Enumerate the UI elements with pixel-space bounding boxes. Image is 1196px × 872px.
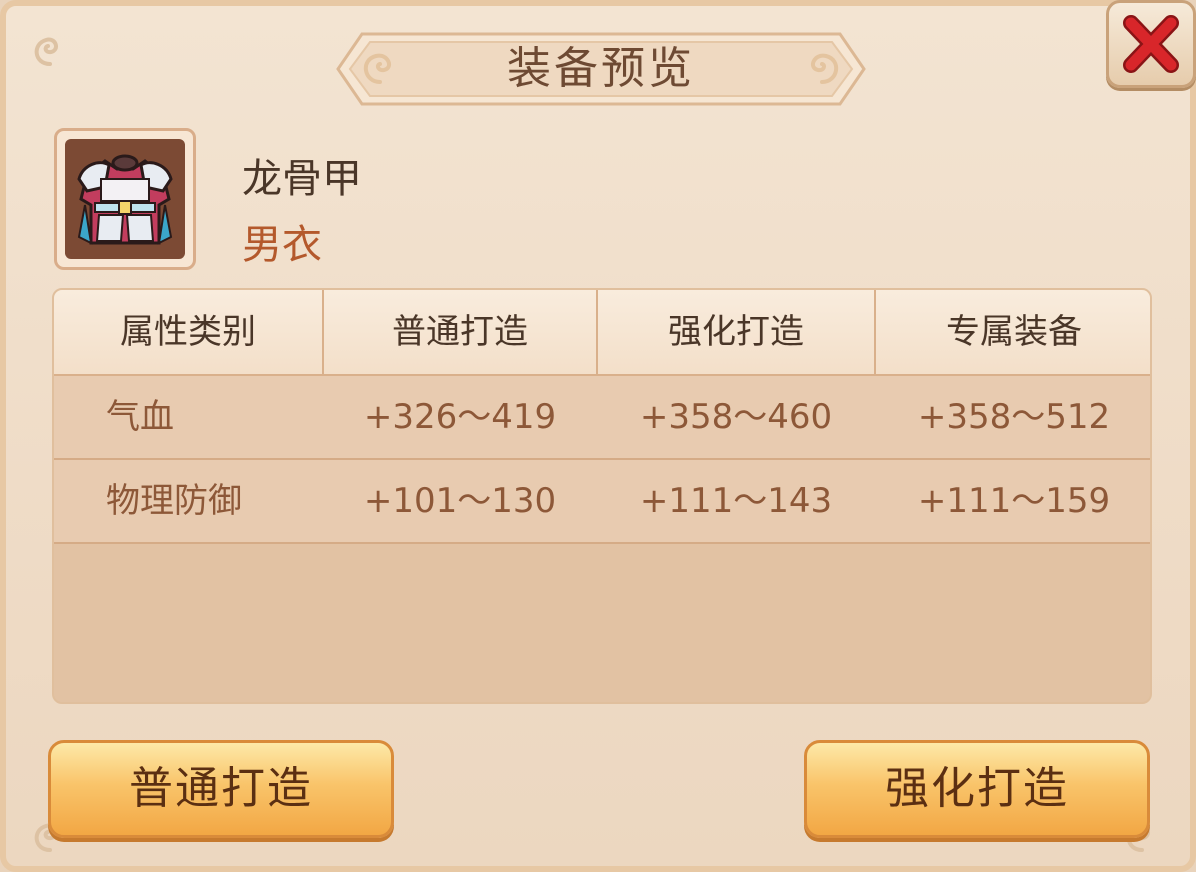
item-name: 龙骨甲 [242,156,362,202]
window-title: 装备预览 [507,43,695,94]
close-button[interactable] [1106,0,1196,88]
row-value-exclusive: +358～512 [917,397,1111,437]
row-label: 物理防御 [106,481,242,521]
table-row: 物理防御 +101～130 +111～143 +111～159 [54,460,1150,544]
row-label: 气血 [106,397,174,437]
header-normal-forge: 普通打造 [392,312,528,352]
row-value-normal: +326～419 [363,397,557,437]
row-value-normal: +101～130 [363,481,557,521]
header-enhanced-forge: 强化打造 [668,312,804,352]
row-value-enhanced: +111～143 [639,481,833,521]
armor-icon [77,154,173,245]
enhanced-forge-button[interactable]: 强化打造 [804,740,1150,838]
row-value-enhanced: +358～460 [639,397,833,437]
normal-forge-button[interactable]: 普通打造 [48,740,394,838]
attribute-table: 属性类别 普通打造 强化打造 专属装备 气血 +326～419 +358～460… [52,288,1152,704]
corner-swirl-icon [34,37,58,66]
equipment-preview-panel: 装备预览 龙骨甲 男衣 属性类别 普通打造 强化打造 专属装备 气血 +326～… [0,0,1196,872]
row-value-exclusive: +111～159 [917,481,1111,521]
table-row: 气血 +326～419 +358～460 +358～512 [54,376,1150,460]
header-exclusive-equipment: 专属装备 [946,312,1082,352]
header-attribute-category: 属性类别 [120,312,256,352]
item-type: 男衣 [242,222,322,268]
item-icon-frame[interactable] [54,128,196,270]
close-icon [1123,15,1179,73]
title-plate: 装备预览 [328,30,874,108]
table-header: 属性类别 普通打造 强化打造 专属装备 [54,290,1150,376]
